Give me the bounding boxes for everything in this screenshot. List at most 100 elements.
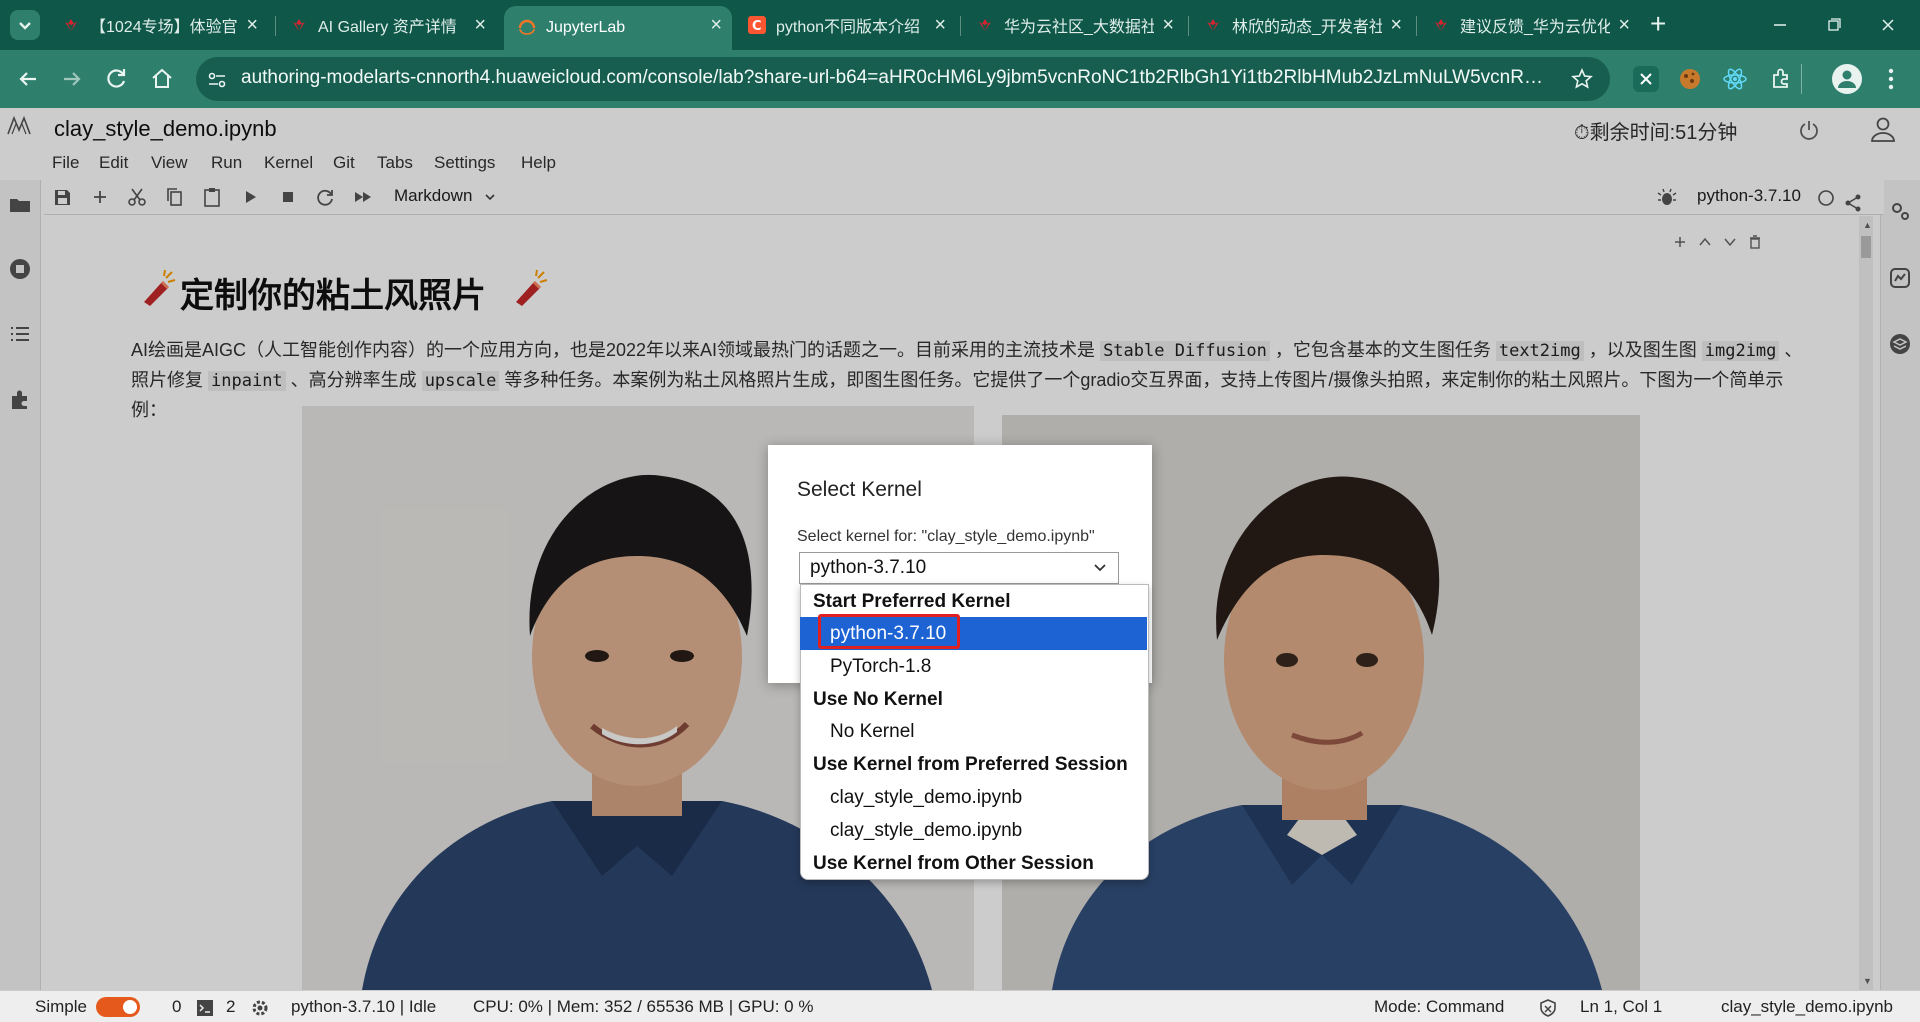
- cursor-position[interactable]: Ln 1, Col 1: [1580, 997, 1662, 1017]
- browser-tab-6[interactable]: 林欣的动态_开发者社 ×: [1190, 6, 1412, 44]
- shield-check-icon[interactable]: [1538, 998, 1558, 1018]
- scrollbar-thumb[interactable]: [1861, 236, 1871, 258]
- minimize-button[interactable]: [1768, 14, 1792, 36]
- kernel-status-text[interactable]: python-3.7.10 | Idle: [291, 997, 436, 1017]
- huawei-logo-icon: [65, 19, 77, 31]
- cell-type-select[interactable]: Markdown: [394, 186, 497, 206]
- option-label: clay_style_demo.ipynb: [830, 787, 1023, 808]
- browser-tab-1[interactable]: 【1024专场】体验官 ×: [48, 6, 268, 44]
- running-sessions-button[interactable]: [8, 257, 32, 281]
- move-down-icon[interactable]: [1722, 234, 1738, 250]
- menu-edit[interactable]: Edit: [99, 153, 128, 173]
- x-extension-icon[interactable]: [1633, 66, 1659, 92]
- url-text[interactable]: authoring-modelarts-cnnorth4.huaweicloud…: [241, 67, 1551, 89]
- puzzle-icon: [12, 390, 27, 409]
- scroll-up-icon[interactable]: ▲: [1863, 220, 1872, 230]
- insert-above-icon[interactable]: [1672, 234, 1688, 250]
- layers-icon: [1890, 334, 1910, 354]
- run-cell-button[interactable]: [239, 186, 261, 208]
- react-devtools-icon[interactable]: [1722, 66, 1748, 92]
- new-tab-button[interactable]: +: [1650, 9, 1666, 39]
- shutdown-button[interactable]: [1797, 118, 1821, 142]
- data-layers-button[interactable]: [1888, 332, 1912, 356]
- browser-tab-2[interactable]: AI Gallery 资产详情 ×: [276, 6, 496, 44]
- simple-mode-toggle[interactable]: [96, 997, 140, 1017]
- tab-title: 建议反馈_华为云优化: [1460, 19, 1610, 36]
- inline-code: upscale: [421, 371, 500, 391]
- menu-settings[interactable]: Settings: [434, 153, 495, 173]
- restart-kernel-button[interactable]: [314, 186, 336, 208]
- cell-actions: [1672, 234, 1763, 250]
- more-vertical-icon: [1888, 68, 1894, 90]
- extension-manager-button[interactable]: [8, 388, 32, 412]
- restart-run-all-button[interactable]: [352, 186, 374, 208]
- notebook-title[interactable]: clay_style_demo.ipynb: [54, 116, 277, 142]
- profile-avatar-button[interactable]: [1832, 64, 1862, 94]
- cookie-extension-icon[interactable]: [1677, 66, 1703, 92]
- minimize-icon: [1774, 24, 1786, 26]
- site-info-icon[interactable]: [206, 69, 228, 91]
- interrupt-kernel-button[interactable]: [277, 186, 299, 208]
- reload-icon: [107, 69, 126, 88]
- kernel-name-button[interactable]: python-3.7.10: [1697, 186, 1801, 206]
- resource-monitor-button[interactable]: [1888, 266, 1912, 290]
- dialog-title: Select Kernel: [797, 478, 922, 501]
- save-button[interactable]: [51, 186, 73, 208]
- group-use-no-kernel: Use No Kernel: [800, 683, 1147, 716]
- copy-icon: [167, 188, 182, 206]
- window-close-button[interactable]: [1876, 14, 1900, 36]
- menu-run[interactable]: Run: [211, 153, 242, 173]
- copy-cell-button[interactable]: [164, 186, 186, 208]
- table-of-contents-button[interactable]: [8, 322, 32, 346]
- extensions-puzzle-icon[interactable]: [1768, 66, 1794, 92]
- browser-tab-7[interactable]: 建议反馈_华为云优化 ×: [1418, 6, 1640, 44]
- browser-tab-jupyterlab[interactable]: JupyterLab ×: [504, 6, 732, 50]
- share-button[interactable]: [1843, 193, 1863, 213]
- browser-tab-5[interactable]: 华为云社区_大数据社 ×: [962, 6, 1184, 44]
- close-icon[interactable]: ×: [934, 15, 946, 35]
- file-browser-button[interactable]: [8, 193, 32, 217]
- option-session-2[interactable]: clay_style_demo.ipynb: [800, 814, 1147, 847]
- option-no-kernel[interactable]: No Kernel: [800, 715, 1147, 748]
- move-up-icon[interactable]: [1697, 234, 1713, 250]
- menu-view[interactable]: View: [151, 153, 188, 173]
- browser-menu-button[interactable]: [1886, 66, 1896, 92]
- close-icon[interactable]: ×: [246, 15, 258, 35]
- delete-icon[interactable]: [1747, 234, 1763, 250]
- debugger-button[interactable]: [1656, 186, 1678, 208]
- user-icon: [1838, 70, 1856, 88]
- forward-button[interactable]: [58, 65, 86, 93]
- bookmark-star-icon[interactable]: [1570, 67, 1594, 91]
- current-file-name: clay_style_demo.ipynb: [1721, 997, 1893, 1016]
- back-button[interactable]: [14, 65, 42, 93]
- menu-tabs[interactable]: Tabs: [377, 153, 413, 173]
- cut-cell-button[interactable]: [126, 186, 148, 208]
- close-icon[interactable]: ×: [474, 15, 486, 35]
- simple-mode-label: Simple: [35, 997, 87, 1016]
- menu-git[interactable]: Git: [333, 153, 355, 173]
- close-icon[interactable]: ×: [1390, 15, 1402, 35]
- restore-button[interactable]: [1822, 14, 1846, 36]
- close-icon[interactable]: ×: [1162, 15, 1174, 35]
- reload-button[interactable]: [103, 65, 131, 93]
- close-icon[interactable]: ×: [1618, 15, 1630, 35]
- account-button[interactable]: [1868, 114, 1898, 144]
- close-icon[interactable]: ×: [710, 15, 722, 35]
- menu-help[interactable]: Help: [521, 153, 556, 173]
- property-inspector-button[interactable]: [1888, 199, 1912, 223]
- chevron-down-icon[interactable]: [1092, 560, 1108, 576]
- menu-kernel[interactable]: Kernel: [264, 153, 313, 173]
- paste-cell-button[interactable]: [201, 186, 223, 208]
- option-session-1[interactable]: clay_style_demo.ipynb: [800, 781, 1147, 814]
- monitor-chart-icon: [1890, 268, 1910, 288]
- scroll-down-icon[interactable]: ▼: [1863, 976, 1872, 986]
- browser-tab-4[interactable]: C python不同版本介绍 ×: [734, 6, 956, 44]
- tab-search-button[interactable]: [10, 10, 40, 40]
- option-pytorch-1-8[interactable]: PyTorch-1.8: [800, 650, 1147, 683]
- home-button[interactable]: [148, 65, 176, 93]
- menu-file[interactable]: File: [52, 153, 79, 173]
- paragraph-text: ，它包含基本的文生图任务: [1269, 340, 1496, 360]
- notebook-scrollbar[interactable]: [1859, 216, 1873, 990]
- stop-icon: [283, 192, 293, 202]
- insert-cell-button[interactable]: [89, 186, 111, 208]
